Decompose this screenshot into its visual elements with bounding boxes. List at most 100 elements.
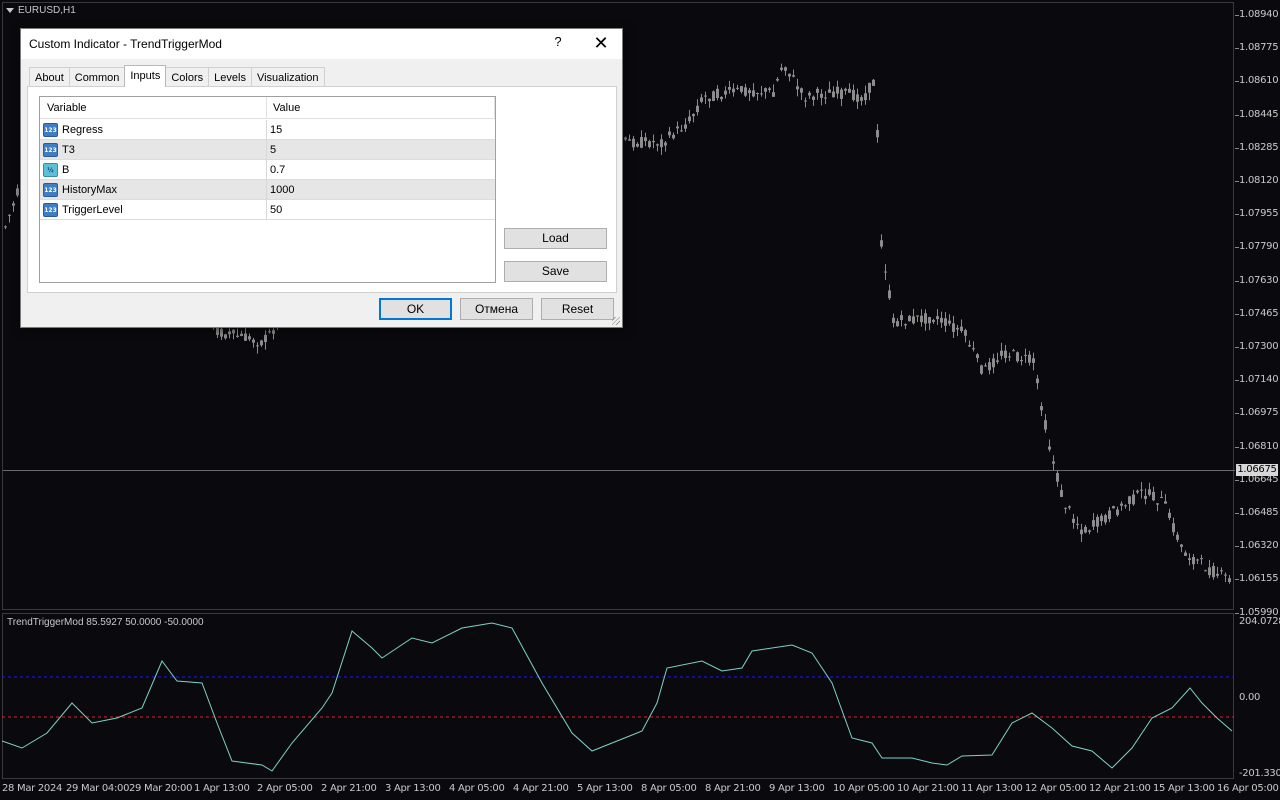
candle-body [672,134,675,139]
candle-body [696,105,699,113]
candle-body [1196,559,1199,561]
tab-common[interactable]: Common [68,67,126,87]
symbol-label[interactable]: EURUSD,H1 [6,5,76,16]
cancel-button[interactable]: Отмена [460,298,533,320]
candle-body [900,315,903,321]
candle-body [1176,534,1179,540]
dialog-titlebar[interactable]: Custom Indicator - TrendTriggerMod ? ✕ [21,29,622,59]
candle-body [1112,506,1115,509]
time-axis-label: 28 Mar 2024 [2,783,63,794]
reset-button[interactable]: Reset [541,298,614,320]
candle-body [996,360,999,362]
column-header-value[interactable]: Value [273,102,300,114]
integer-icon: 123 [43,123,58,137]
candle-body [992,358,995,368]
candle-body [764,88,767,92]
candle-body [980,365,983,374]
integer-icon: 123 [43,203,58,217]
candle-body [932,320,935,322]
dropdown-triangle-icon [6,8,14,13]
price-axis-label: 1.07300 [1239,341,1279,352]
column-divider[interactable] [266,97,267,119]
input-value[interactable]: 15 [270,124,282,136]
load-button[interactable]: Load [504,228,607,249]
input-value[interactable]: 0.7 [270,164,285,176]
candle-body [660,139,663,148]
candle-body [640,136,643,148]
candle-body [792,75,795,77]
candle-body [1068,506,1071,508]
candle-body [1212,566,1215,578]
candle-body [1072,518,1075,523]
price-axis-tick [1235,413,1239,415]
input-value[interactable]: 50 [270,204,282,216]
ok-button[interactable]: OK [379,298,452,320]
input-value[interactable]: 1000 [270,184,294,196]
candle-body [864,93,867,101]
current-price-line [3,470,1235,471]
candle-body [884,271,887,273]
input-row-triggerlevel[interactable]: 123 TriggerLevel 50 [40,200,495,220]
column-header-variable[interactable]: Variable [47,102,87,114]
input-row-b[interactable]: ½ B 0.7 [40,160,495,180]
candle-body [752,90,755,97]
candle-body [1004,350,1007,359]
close-button[interactable]: ✕ [589,32,613,56]
candle-body [832,91,835,98]
input-value[interactable]: 5 [270,144,276,156]
candle-body [700,97,703,102]
price-axis-tick [1235,81,1239,83]
candle-body [896,321,899,327]
terminal-window: EURUSD,H1 1.08940 1.08775 1.08610 1.08445 1.… [0,0,1280,800]
candle-body [1168,512,1171,518]
candle-body [688,116,691,122]
indicator-plot [2,622,1234,772]
resize-grip-icon[interactable] [612,317,620,325]
cell-divider [266,200,267,220]
candle-body [1100,515,1103,522]
indicator-scale-top: 204.0728 [1239,616,1280,627]
dialog-title: Custom Indicator - TrendTriggerMod [29,37,222,51]
candle-body [1076,523,1079,525]
candle-body [1204,570,1207,572]
candle-body [876,130,879,138]
candle-body [668,131,671,136]
price-axis-label: 1.07140 [1239,374,1279,386]
candle-body [964,330,967,336]
candle-body [868,82,871,93]
tab-colors[interactable]: Colors [165,67,210,87]
candle-body [916,315,919,317]
input-row-t3[interactable]: 123 T3 5 [40,140,495,160]
candle-body [952,323,955,332]
candle-body [740,86,743,92]
tab-visualization[interactable]: Visualization [250,67,325,87]
candle-body [1024,354,1027,356]
tab-levels[interactable]: Levels [208,67,252,87]
input-name: T3 [62,144,75,156]
time-axis-label: 9 Apr 13:00 [769,783,825,794]
input-row-regress[interactable]: 123 Regress 15 [40,120,495,140]
input-row-historymax[interactable]: 123 HistoryMax 1000 [40,180,495,200]
time-axis-label: 12 Apr 21:00 [1089,783,1151,794]
candle-body [1036,378,1039,384]
candle-body [960,326,963,332]
integer-icon: 123 [43,183,58,197]
save-button[interactable]: Save [504,261,607,282]
column-divider[interactable] [494,97,495,119]
candle-body [848,88,851,93]
candle-body [1200,558,1203,560]
candle-body [1048,446,1051,450]
tab-inputs[interactable]: Inputs [124,65,167,87]
help-button[interactable]: ? [551,34,565,54]
candle-body [1184,552,1187,556]
time-axis-label: 3 Apr 13:00 [385,783,441,794]
candle-body [788,73,791,77]
candle-body [860,97,863,101]
candle-body [1152,491,1155,501]
indicator-scale-bottom: -201.3303 [1239,768,1280,779]
candle-body [264,334,267,343]
price-axis-label: 1.07955 [1239,208,1279,220]
tab-about[interactable]: About [29,67,70,87]
candle-body [1044,420,1047,430]
time-axis-label: 15 Apr 13:00 [1153,783,1215,794]
